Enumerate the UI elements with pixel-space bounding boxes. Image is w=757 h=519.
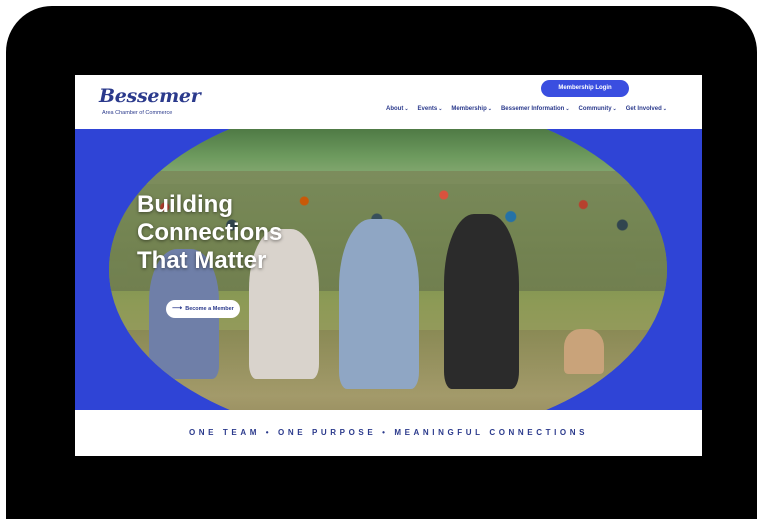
- nav-item-get-involved[interactable]: Get Involved ⌄: [626, 106, 667, 112]
- arrow-right-icon: ⟶: [172, 305, 183, 312]
- nav-item-events[interactable]: Events ⌄: [418, 106, 443, 112]
- chevron-down-icon: ⌄: [612, 106, 617, 112]
- logo-wordmark: Bessemer: [99, 85, 201, 107]
- chevron-down-icon: ⌄: [438, 106, 443, 112]
- nav-item-bessemer-information[interactable]: Bessemer Information ⌄: [501, 106, 570, 112]
- chamber-logo[interactable]: Bessemer Area Chamber of Commerce: [99, 85, 219, 121]
- nav-item-label: About: [386, 106, 404, 112]
- logo-subtitle: Area Chamber of Commerce: [102, 110, 173, 116]
- headline-line: Building: [137, 191, 233, 218]
- photo-person: [564, 329, 604, 374]
- become-a-member-button[interactable]: ⟶ Become a Member: [166, 300, 240, 318]
- photo-person: [339, 219, 419, 389]
- main-nav: About ⌄ Events ⌄ Membership ⌄ Bessemer I…: [386, 103, 667, 115]
- chevron-down-icon: ⌄: [662, 106, 667, 112]
- hero-section: Building Connections That Matter ⟶ Become…: [75, 129, 702, 410]
- nav-item-label: Bessemer Information: [500, 106, 565, 112]
- nav-item-community[interactable]: Community ⌄: [579, 106, 617, 112]
- nav-item-label: Get Involved: [625, 106, 662, 112]
- membership-login-button[interactable]: Membership Login: [541, 80, 629, 97]
- tagline: ONE TEAM • ONE PURPOSE • MEANINGFUL CONN…: [75, 410, 702, 456]
- nav-item-label: Community: [578, 106, 612, 112]
- nav-item-label: Membership: [451, 106, 487, 112]
- button-label: Become a Member: [185, 306, 234, 312]
- chevron-down-icon: ⌄: [404, 106, 409, 112]
- website-screen: Bessemer Area Chamber of Commerce Member…: [75, 75, 702, 456]
- headline-line: Connections: [137, 219, 283, 246]
- hero-headline: Building Connections That Matter: [137, 191, 282, 275]
- nav-item-label: Events: [417, 106, 438, 112]
- site-header: Bessemer Area Chamber of Commerce Member…: [75, 75, 702, 129]
- headline-line: That Matter: [137, 247, 267, 274]
- chevron-down-icon: ⌄: [565, 106, 570, 112]
- nav-item-about[interactable]: About ⌄: [386, 106, 409, 112]
- nav-item-membership[interactable]: Membership ⌄: [451, 106, 492, 112]
- chevron-down-icon: ⌄: [487, 106, 492, 112]
- photo-person: [444, 214, 519, 389]
